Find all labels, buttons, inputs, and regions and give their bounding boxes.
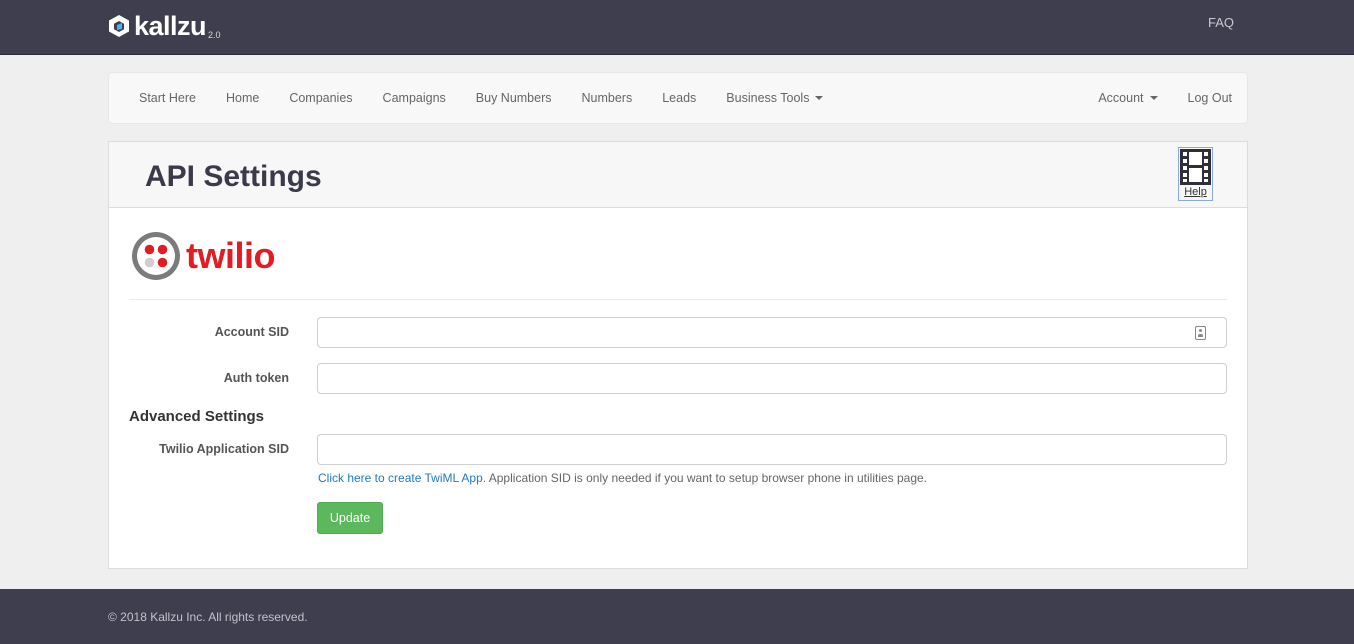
nav-label: Numbers <box>581 91 633 105</box>
divider <box>129 299 1227 300</box>
caret-down-icon <box>1149 96 1158 100</box>
create-twiml-app-link[interactable]: Click here to create TwiML App <box>318 471 483 485</box>
account-sid-input[interactable] <box>317 317 1227 348</box>
update-button[interactable]: Update <box>317 502 383 534</box>
twilio-wordmark: twilio <box>186 235 276 276</box>
panel-header: API Settings Help <box>109 142 1247 208</box>
help-label: Help <box>1184 186 1207 198</box>
nav-account-dropdown[interactable]: Account <box>1083 73 1172 123</box>
nav-business-tools-dropdown[interactable]: Business Tools <box>711 73 838 123</box>
help-text-body: . Application SID is only needed if you … <box>482 471 928 485</box>
nav-numbers[interactable]: Numbers <box>567 73 648 123</box>
top-bar: kallzu 2.0 FAQ <box>0 0 1354 55</box>
nav-label: Business Tools <box>726 91 810 105</box>
api-settings-panel: API Settings Help twilio Account SID Aut… <box>108 141 1248 569</box>
nav-companies[interactable]: Companies <box>274 73 367 123</box>
page-title: API Settings <box>145 160 322 193</box>
app-sid-label: Twilio Application SID <box>159 442 289 456</box>
brand-version: 2.0 <box>208 30 221 40</box>
hexagon-logo-icon <box>109 15 129 37</box>
main-navbar: Start Here Home Companies Campaigns Buy … <box>108 72 1248 124</box>
nav-right: Account Log Out <box>1083 73 1247 123</box>
nav-buy-numbers[interactable]: Buy Numbers <box>461 73 567 123</box>
nav-start-here[interactable]: Start Here <box>124 73 211 123</box>
nav-leads[interactable]: Leads <box>647 73 711 123</box>
nav-log-out[interactable]: Log Out <box>1173 73 1247 123</box>
advanced-settings-heading: Advanced Settings <box>129 408 265 425</box>
nav-label: Log Out <box>1187 91 1232 105</box>
auth-token-input[interactable] <box>317 363 1227 394</box>
auth-token-label: Auth token <box>223 371 289 385</box>
copyright-text: © 2018 Kallzu Inc. All rights reserved. <box>108 610 308 624</box>
nav-label: Leads <box>662 91 697 105</box>
account-sid-label: Account SID <box>214 325 289 339</box>
brand-name: kallzu <box>134 11 207 41</box>
brand-logo[interactable]: kallzu 2.0 <box>108 9 221 41</box>
nav-campaigns[interactable]: Campaigns <box>368 73 461 123</box>
faq-link[interactable]: FAQ <box>1208 15 1234 30</box>
footer: © 2018 Kallzu Inc. All rights reserved. <box>0 589 1354 644</box>
nav-label: Account <box>1098 91 1144 105</box>
contact-card-icon[interactable] <box>1195 326 1206 340</box>
nav-home[interactable]: Home <box>211 73 274 123</box>
caret-down-icon <box>815 96 824 100</box>
app-sid-help-text: Click here to create TwiML App. Applicat… <box>318 471 927 485</box>
nav-label: Campaigns <box>382 91 446 105</box>
help-button[interactable]: Help <box>1178 147 1213 201</box>
nav-label: Companies <box>289 91 353 105</box>
nav-label: Home <box>225 91 260 105</box>
app-sid-input[interactable] <box>317 434 1227 465</box>
nav-left: Start Here Home Companies Campaigns Buy … <box>124 73 838 123</box>
nav-label: Start Here <box>139 91 196 105</box>
nav-label: Buy Numbers <box>475 91 552 105</box>
film-strip-icon <box>1180 149 1211 185</box>
